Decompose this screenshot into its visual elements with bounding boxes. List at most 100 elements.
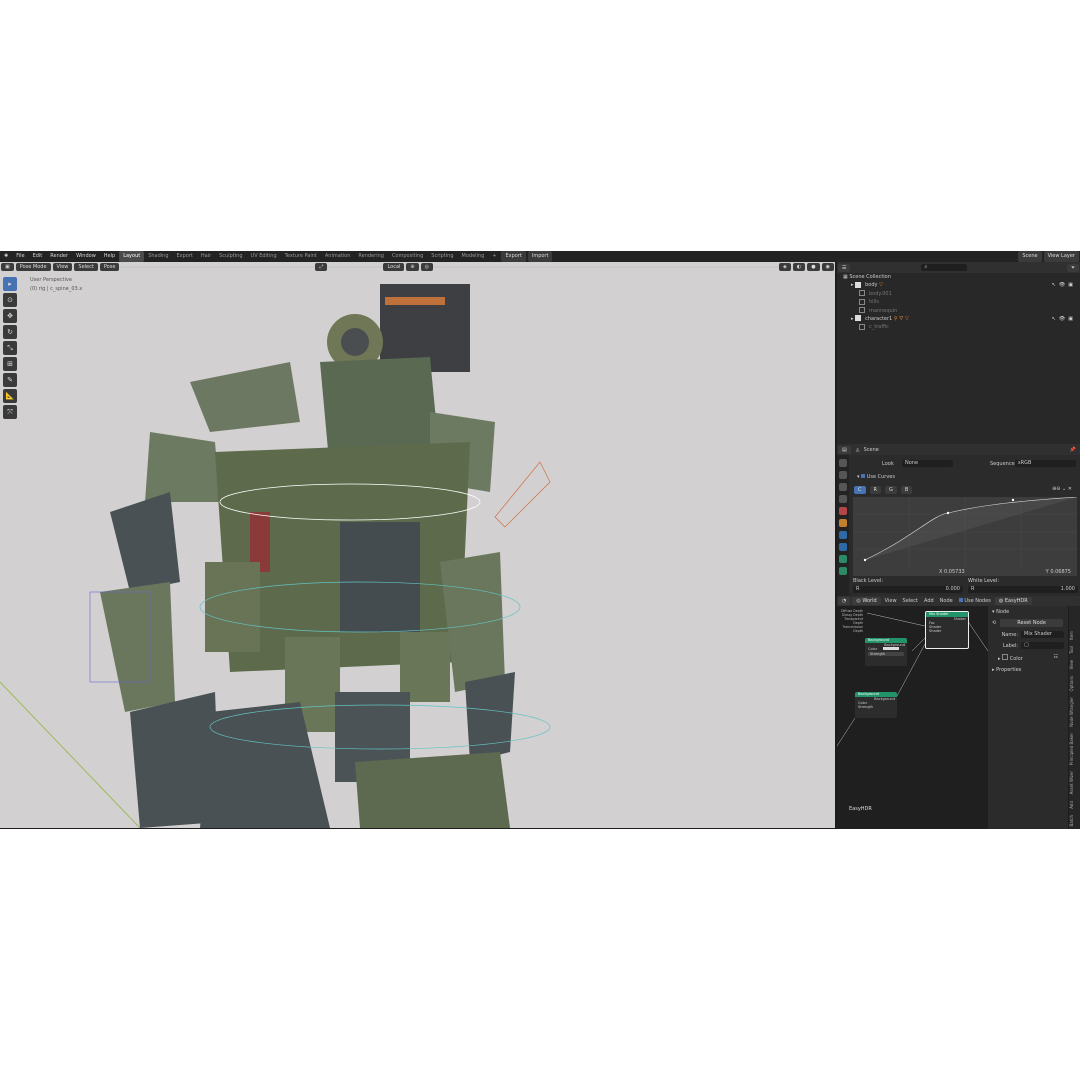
view-layer-selector[interactable]: View Layer [1043, 251, 1079, 262]
tab-layout[interactable]: Layout [119, 251, 145, 262]
sidebar-tab-view[interactable]: View [1069, 657, 1080, 673]
tab-rendering[interactable]: Rendering [354, 251, 388, 262]
menu-window[interactable]: Window [72, 251, 100, 262]
node-view-menu[interactable]: View [882, 598, 900, 604]
node-node-menu[interactable]: Node [937, 598, 956, 604]
world-datablock-selector[interactable]: ◍ EasyHDR [994, 597, 1032, 605]
output-tab-icon[interactable] [839, 483, 847, 491]
tab-texture-paint[interactable]: Texture Paint [281, 251, 321, 262]
world-tab-icon[interactable] [839, 519, 847, 527]
viewport-select-menu[interactable]: Select [74, 263, 98, 271]
list-icon[interactable]: ☷ [1054, 654, 1058, 660]
filter-icon[interactable]: ⏷ [1066, 263, 1079, 272]
tab-uv-editing[interactable]: UV Editing [247, 251, 281, 262]
rotate-tool-icon[interactable]: ↻ [3, 325, 17, 339]
scene-collection-row[interactable]: ▦ Scene Collection [837, 273, 1080, 281]
outliner-row-body[interactable]: ▸ body ▽ ↖👁▣ [837, 281, 1080, 289]
menu-edit[interactable]: Edit [29, 251, 47, 262]
channel-b-tab[interactable]: B [900, 486, 913, 494]
sidebar-tab-item[interactable]: Item [1069, 628, 1080, 643]
outliner-row-character1[interactable]: ▸ character1 ⚲ ⛛ ▽ ↖👁▣ [837, 315, 1080, 323]
color-panel-header[interactable]: ▸ Color ☷ [988, 650, 1068, 666]
visibility-icons[interactable]: ↖👁▣ [1052, 281, 1076, 289]
transform-orientation-selector[interactable]: Local [383, 263, 405, 271]
channel-c-tab[interactable]: C [854, 486, 866, 494]
outliner-search-input[interactable]: ⌕ [921, 264, 968, 271]
node-editor-canvas[interactable]: Diffuse Depth Glossy Depth Transparent D… [837, 596, 988, 829]
snap-icon[interactable]: ⊕ [406, 263, 419, 271]
use-curves-checkbox[interactable]: ▾ Use Curves [857, 474, 895, 480]
node-panel-header[interactable]: ▾ Node [988, 606, 1068, 618]
overlay-icon[interactable]: ◐ [792, 263, 806, 271]
tab-compositing[interactable]: Compositing [388, 251, 427, 262]
viewport-pose-menu[interactable]: Pose [99, 263, 120, 271]
proportional-edit-icon[interactable]: ◎ [420, 263, 433, 271]
outliner-row-hills[interactable]: hills [837, 298, 1080, 306]
menu-help[interactable]: Help [100, 251, 119, 262]
curve-widget[interactable]: X 0.05733 Y 0.06875 [853, 496, 1078, 576]
menu-render[interactable]: Render [46, 251, 72, 262]
tab-hair[interactable]: Hair [197, 251, 215, 262]
outliner-row-mannequin[interactable]: mannequin [837, 307, 1080, 315]
sequencer-dropdown[interactable]: sRGB [1015, 460, 1076, 467]
transform-orientation-icon[interactable]: ⤢ [315, 263, 328, 271]
view-layer-tab-icon[interactable] [839, 495, 847, 503]
white-level-field[interactable]: R 1.000 [968, 586, 1078, 593]
tab-export[interactable]: Export [173, 251, 197, 262]
outliner-type-icon[interactable]: ☰ [838, 263, 851, 272]
tab-animation[interactable]: Animation [321, 251, 355, 262]
3d-viewport[interactable]: ▣ Pose Mode View Select Pose ⤢ Local ⊕ ◎… [0, 262, 835, 828]
tone-curve-graph[interactable] [853, 496, 1078, 567]
editor-type-icon[interactable]: ▣ [1, 263, 14, 271]
transform-tool-icon[interactable]: ⊞ [3, 357, 17, 371]
shading-material-icon[interactable]: ◉ [821, 263, 834, 271]
move-tool-icon[interactable]: ✥ [3, 309, 17, 323]
scene-selector[interactable]: Scene [1018, 251, 1042, 262]
visibility-icons[interactable]: ↖👁▣ [1052, 315, 1076, 323]
channel-g-tab[interactable]: G [884, 486, 897, 494]
properties-panel-header[interactable]: ▸ Properties [988, 666, 1068, 674]
pose-tool-icon[interactable]: ⤧ [3, 405, 17, 419]
sidebar-tab-tool[interactable]: Tool [1069, 643, 1080, 657]
sidebar-tab-asset-wizer[interactable]: Asset Wizer [1069, 768, 1080, 797]
bone-tab-icon[interactable] [839, 567, 847, 575]
mix-shader-node[interactable]: Mix Shader Shader Fac Shader Shader [925, 611, 969, 649]
node-editor-type-icon[interactable]: ◔ [838, 597, 851, 605]
background-node-1[interactable]: Background Background Color Strength [865, 638, 907, 666]
object-tab-icon[interactable] [839, 531, 847, 539]
strength-field[interactable]: Strength [868, 652, 904, 656]
reset-node-button[interactable]: Reset Node [1000, 619, 1063, 627]
sidebar-tab-add[interactable]: Add [1069, 798, 1080, 812]
measure-tool-icon[interactable]: 📐 [3, 389, 17, 403]
node-add-menu[interactable]: Add [921, 598, 937, 604]
node-label-field[interactable]: ▢ [1021, 642, 1064, 649]
node-name-field[interactable]: Mix Shader [1021, 631, 1064, 638]
tab-scripting[interactable]: Scripting [427, 251, 457, 262]
properties-type-icon[interactable]: ▤ [838, 445, 851, 454]
scale-tool-icon[interactable]: ⤡ [3, 341, 17, 355]
sidebar-tab-options[interactable]: Options [1069, 673, 1080, 694]
look-dropdown[interactable]: None [902, 460, 953, 467]
cursor-tool-icon[interactable]: ⊙ [3, 293, 17, 307]
tool-tab-icon[interactable] [839, 459, 847, 467]
shader-type-selector[interactable]: ◎ World [852, 597, 881, 605]
data-tab-icon[interactable] [839, 555, 847, 563]
import-button[interactable]: Import [527, 251, 553, 262]
sidebar-tab-principled-baker[interactable]: Principled Baker [1069, 730, 1080, 768]
render-tab-icon[interactable] [839, 471, 847, 479]
node-select-menu[interactable]: Select [900, 598, 921, 604]
scene-tab-icon[interactable] [839, 507, 847, 515]
pin-icon[interactable]: 📌 [1070, 447, 1080, 453]
tab-sculpting[interactable]: Sculpting [215, 251, 246, 262]
annotate-tool-icon[interactable]: ✎ [3, 373, 17, 387]
add-workspace-button[interactable]: + [488, 251, 500, 262]
background-node-2[interactable]: Background Background Color Strength [855, 692, 897, 718]
tab-modeling[interactable]: Modeling [458, 251, 489, 262]
outliner-row-c-traffic[interactable]: c_traffic [837, 323, 1080, 331]
sidebar-tab-node-wrangler[interactable]: Node Wrangler [1069, 694, 1080, 730]
export-button[interactable]: Export [501, 251, 526, 262]
color-swatch[interactable] [883, 647, 900, 650]
black-level-field[interactable]: R 0.000 [853, 586, 963, 593]
channel-r-tab[interactable]: R [869, 486, 881, 494]
blender-logo-icon[interactable]: ✺ [0, 251, 12, 262]
